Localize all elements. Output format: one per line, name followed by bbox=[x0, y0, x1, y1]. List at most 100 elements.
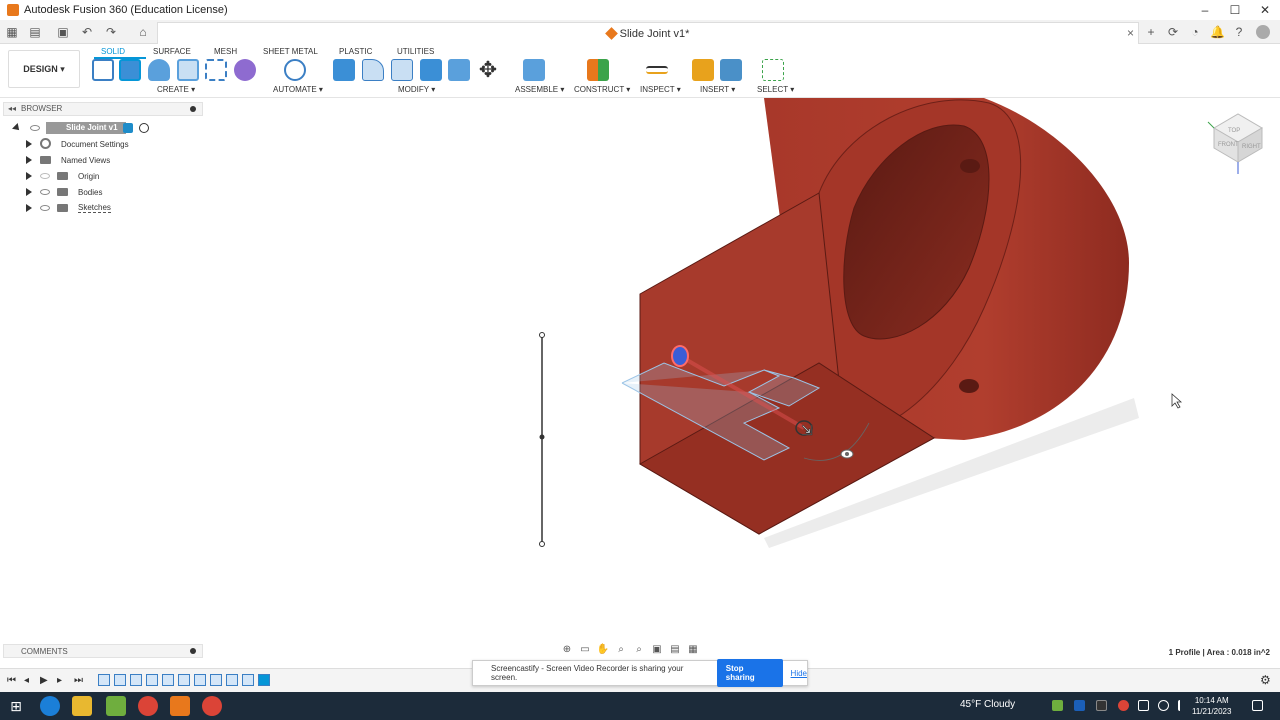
taskbar-clock[interactable]: 10:14 AM 11/21/2023 bbox=[1192, 695, 1231, 717]
tab-sheet-metal[interactable]: SHEET METAL bbox=[263, 47, 318, 56]
home-icon[interactable]: ⌂ bbox=[136, 25, 150, 39]
tray-app-icon[interactable] bbox=[1074, 700, 1085, 711]
expand-triangle-icon[interactable] bbox=[26, 156, 32, 164]
sketch-point[interactable] bbox=[539, 332, 545, 338]
workspace-switcher[interactable]: DESIGN ▾ bbox=[8, 50, 80, 88]
viewports-icon[interactable]: ▦ bbox=[686, 644, 700, 656]
browser-root[interactable]: Slide Joint v1 bbox=[12, 121, 202, 135]
expand-triangle-icon[interactable] bbox=[26, 188, 32, 196]
extrude-start-handle[interactable] bbox=[671, 345, 689, 367]
comments-panel-header[interactable]: COMMENTS bbox=[3, 644, 203, 658]
fusion-taskbar-icon[interactable] bbox=[170, 696, 190, 716]
root-component-label[interactable]: Slide Joint v1 bbox=[46, 122, 126, 134]
help-icon[interactable]: ? bbox=[1232, 25, 1246, 39]
timeline-next-icon[interactable]: ▸ bbox=[57, 675, 62, 686]
collapse-panel-icon[interactable]: ◂◂ bbox=[8, 104, 16, 113]
visibility-eye-icon[interactable] bbox=[40, 189, 50, 195]
insert-derive-icon[interactable] bbox=[692, 59, 714, 81]
extensions-icon[interactable]: ⟳ bbox=[1166, 25, 1180, 39]
pattern-icon[interactable] bbox=[205, 59, 227, 81]
form-icon[interactable] bbox=[234, 59, 256, 81]
apps-grid-icon[interactable]: ▦ bbox=[5, 25, 19, 39]
tray-app-icon[interactable] bbox=[1052, 700, 1063, 711]
new-tab-icon[interactable]: + bbox=[1144, 25, 1158, 39]
chrome-icon[interactable] bbox=[138, 696, 158, 716]
combine-icon[interactable] bbox=[420, 59, 442, 81]
notifications-icon[interactable]: 🔔 bbox=[1210, 25, 1225, 39]
fillet-icon[interactable] bbox=[362, 59, 384, 81]
grid-settings-icon[interactable]: ▤ bbox=[668, 644, 682, 656]
timeline-feature[interactable] bbox=[162, 674, 174, 686]
file-menu-icon[interactable]: ▤ bbox=[28, 25, 42, 39]
browser-item-named-views[interactable]: Named Views bbox=[24, 153, 204, 167]
document-tab[interactable]: Slide Joint v1* × bbox=[157, 22, 1139, 44]
timeline-feature[interactable] bbox=[146, 674, 158, 686]
browser-pin-icon[interactable] bbox=[190, 106, 196, 112]
press-pull-icon[interactable] bbox=[333, 59, 355, 81]
timeline-feature[interactable] bbox=[98, 674, 110, 686]
job-status-icon[interactable]: ◔ bbox=[1188, 25, 1202, 39]
revolve-icon[interactable] bbox=[148, 59, 170, 81]
sketch-point[interactable] bbox=[539, 541, 545, 547]
timeline-feature[interactable] bbox=[114, 674, 126, 686]
maximize-button[interactable]: ☐ bbox=[1220, 0, 1250, 20]
inspect-group-label[interactable]: INSPECT ▾ bbox=[640, 85, 681, 94]
create-sketch-icon[interactable] bbox=[92, 59, 114, 81]
pan-icon[interactable]: ✋ bbox=[596, 644, 610, 656]
browser-item-origin[interactable]: Origin bbox=[24, 169, 204, 183]
browser-item-sketches[interactable]: Sketches bbox=[24, 201, 204, 215]
hole-icon[interactable] bbox=[177, 59, 199, 81]
extrude-drag-arrow-icon[interactable]: ⇲ bbox=[801, 422, 813, 439]
insert-group-label[interactable]: INSERT ▾ bbox=[700, 85, 735, 94]
modify-group-label[interactable]: MODIFY ▾ bbox=[398, 85, 435, 94]
expand-triangle-icon[interactable] bbox=[26, 140, 32, 148]
save-icon[interactable]: ▣ bbox=[56, 25, 70, 39]
automate-group-label[interactable]: AUTOMATE ▾ bbox=[273, 85, 323, 94]
fit-icon[interactable]: ⌕ bbox=[632, 644, 646, 656]
stop-sharing-button[interactable]: Stop sharing bbox=[716, 659, 783, 687]
browser-item-bodies[interactable]: Bodies bbox=[24, 185, 204, 199]
shell-icon[interactable] bbox=[391, 59, 413, 81]
timeline-play-icon[interactable]: ▶ bbox=[40, 675, 48, 686]
browser-panel-header[interactable]: ◂◂ BROWSER bbox=[3, 102, 203, 116]
visibility-eye-icon[interactable] bbox=[40, 173, 50, 179]
tab-mesh[interactable]: MESH bbox=[214, 47, 237, 56]
assemble-group-label[interactable]: ASSEMBLE ▾ bbox=[515, 85, 564, 94]
file-explorer-icon[interactable] bbox=[72, 696, 92, 716]
weather-widget[interactable]: 45°F Cloudy bbox=[960, 699, 1015, 710]
viewcube[interactable]: TOP FRONT RIGHT bbox=[1207, 113, 1263, 174]
timeline-settings-gear-icon[interactable]: ⚙ bbox=[1260, 673, 1271, 687]
chrome-icon[interactable] bbox=[202, 696, 222, 716]
volume-icon[interactable] bbox=[1158, 700, 1169, 711]
display-settings-icon[interactable]: ▣ bbox=[650, 644, 664, 656]
expand-triangle-icon[interactable] bbox=[12, 123, 22, 133]
split-body-icon[interactable] bbox=[448, 59, 470, 81]
canvas-viewport[interactable]: ⇲ TOP FRONT RIGHT bbox=[204, 98, 1280, 658]
construct-group-label[interactable]: CONSTRUCT ▾ bbox=[574, 85, 630, 94]
timeline-first-icon[interactable]: ⏮ bbox=[7, 675, 16, 686]
measure-icon[interactable] bbox=[646, 66, 668, 74]
timeline-feature[interactable] bbox=[242, 674, 254, 686]
tab-solid[interactable]: SOLID bbox=[101, 47, 125, 56]
tab-surface[interactable]: SURFACE bbox=[153, 47, 191, 56]
orbit-icon[interactable]: ⊕ bbox=[560, 644, 574, 656]
automate-icon[interactable] bbox=[284, 59, 306, 81]
sketch-midpoint[interactable] bbox=[539, 434, 545, 440]
notifications-center-icon[interactable] bbox=[1252, 700, 1263, 711]
timeline-feature[interactable] bbox=[178, 674, 190, 686]
network-icon[interactable] bbox=[1138, 700, 1149, 711]
tab-utilities[interactable]: UTILITIES bbox=[397, 47, 434, 56]
timeline-feature[interactable] bbox=[194, 674, 206, 686]
browser-item-document-settings[interactable]: Document Settings bbox=[24, 137, 204, 151]
zoom-icon[interactable]: ⌕ bbox=[614, 644, 628, 656]
create-group-label[interactable]: CREATE ▾ bbox=[157, 85, 195, 94]
insert-canvas-icon[interactable] bbox=[720, 59, 742, 81]
timeline-feature[interactable] bbox=[130, 674, 142, 686]
move-icon[interactable]: ✥ bbox=[477, 59, 499, 81]
expand-triangle-icon[interactable] bbox=[26, 172, 32, 180]
visibility-eye-icon[interactable] bbox=[30, 125, 40, 131]
timeline-current-feature[interactable] bbox=[258, 674, 270, 686]
start-windows-icon[interactable]: ⊞ bbox=[6, 696, 26, 716]
tray-app-icon[interactable] bbox=[1118, 700, 1129, 711]
comments-pin-icon[interactable] bbox=[190, 648, 196, 654]
